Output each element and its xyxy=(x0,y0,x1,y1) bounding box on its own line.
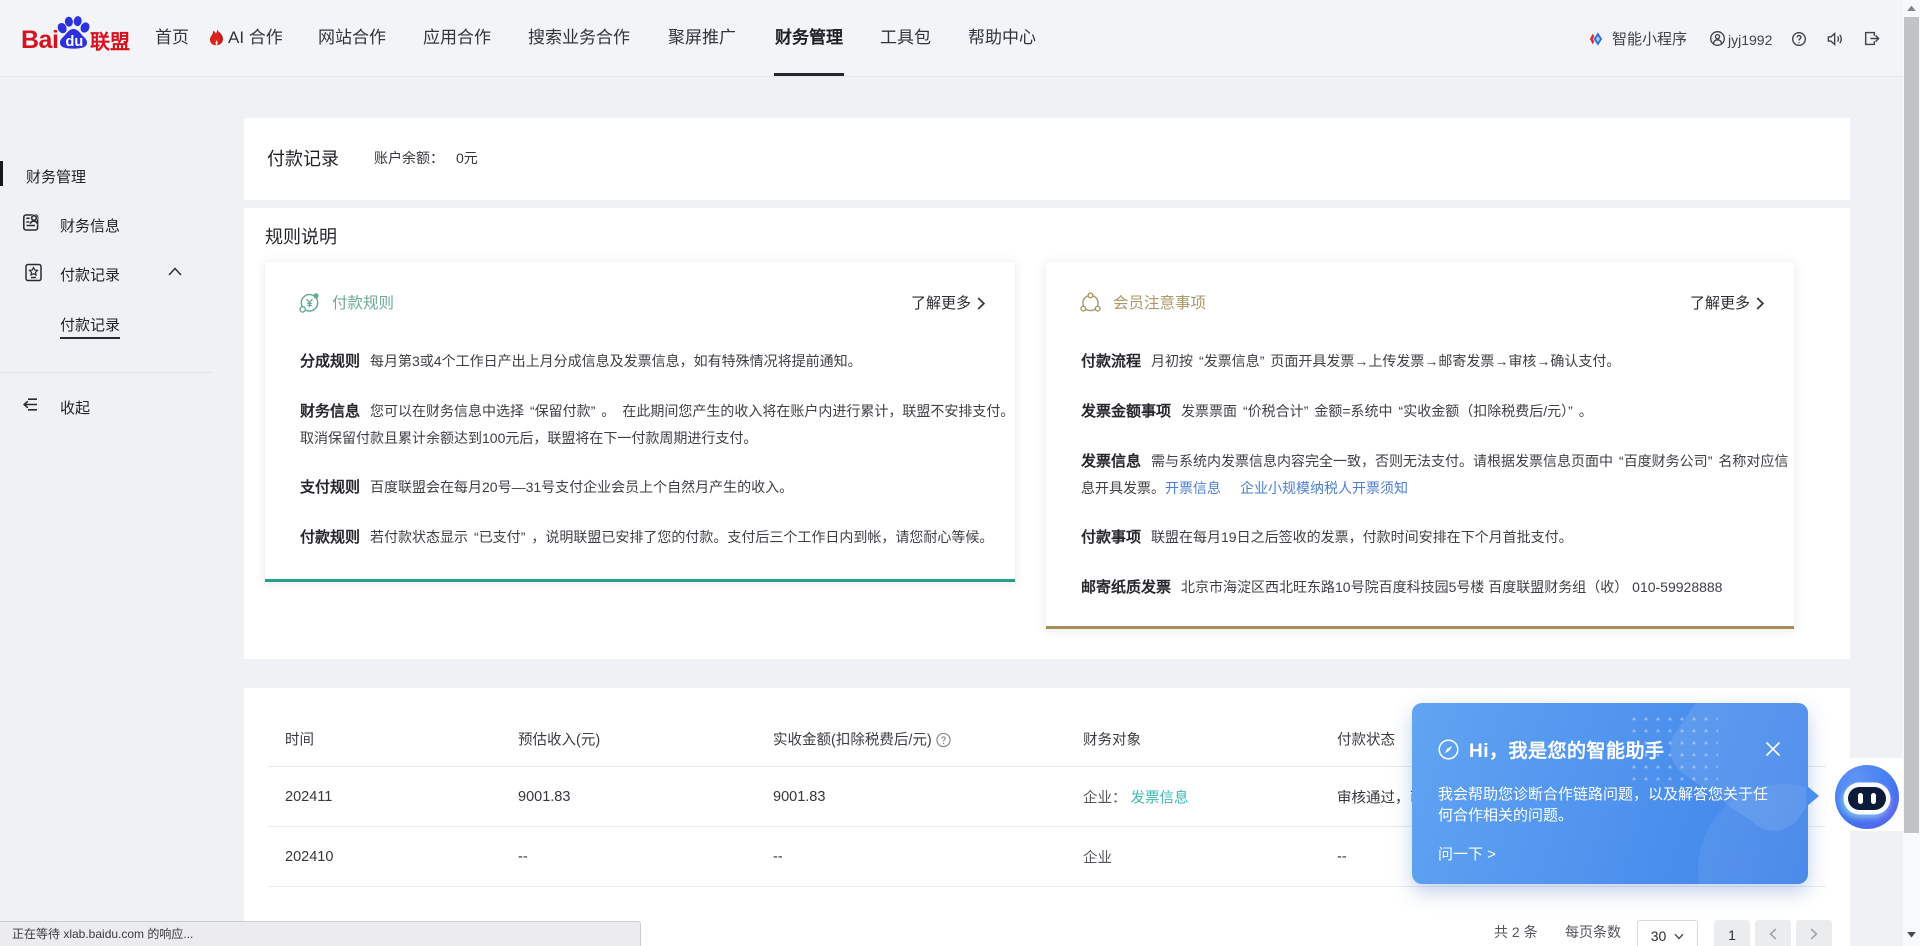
svg-text:Bai: Bai xyxy=(22,26,58,52)
svg-text:联盟: 联盟 xyxy=(90,31,130,53)
svg-text:du: du xyxy=(66,34,84,50)
